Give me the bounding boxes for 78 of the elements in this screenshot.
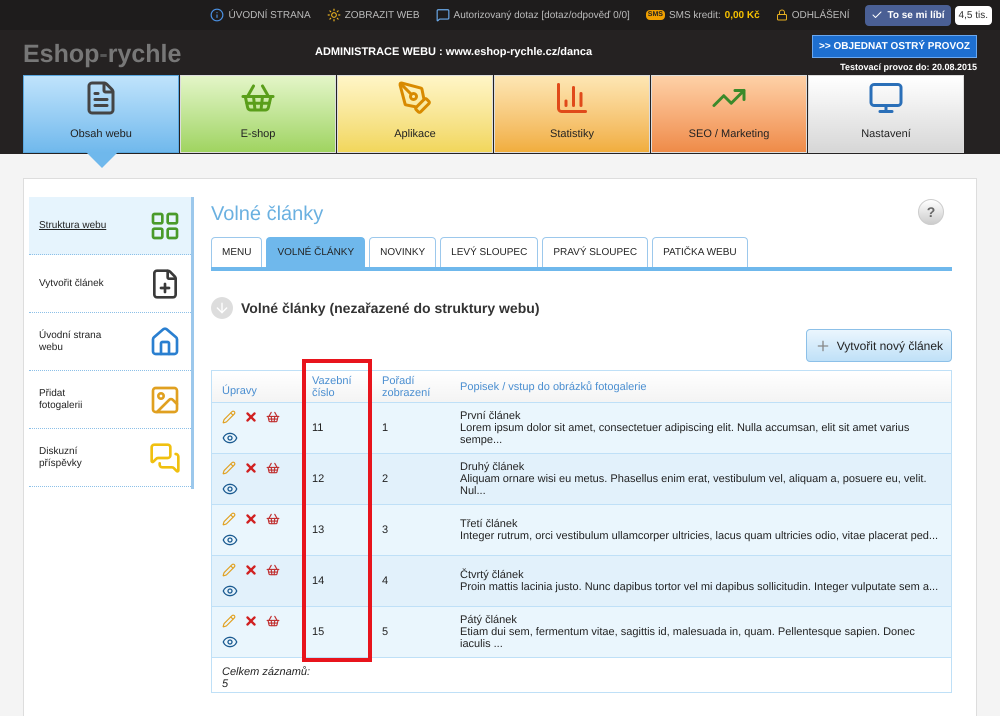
basket-icon[interactable] — [266, 410, 280, 424]
basket-icon[interactable] — [266, 512, 280, 526]
table-cell-text: Čtvrtý článek Proin mattis lacinia justo. Nunc dapibus tortor vel mi dapibus sollicitudin. Integer vulputate sem a... — [459, 569, 940, 593]
delete-icon[interactable] — [244, 461, 258, 475]
delete-icon[interactable] — [244, 410, 258, 424]
total-records-label: Celkem záznamů: — [222, 666, 312, 678]
table-cell-text: První článek Lorem ipsum dolor sit amet, consectetuer adipiscing elit. Nulla accumsan, elit sit amet varius sempe... — [459, 410, 910, 446]
table-cell-text: 12 — [311, 472, 326, 487]
top-link[interactable]: ÚVODNÍ STRANA — [210, 8, 311, 22]
sms-credit-label: SMS kredit: — [668, 8, 721, 22]
like-count: 4,5 tis. — [954, 6, 992, 24]
nav-tile[interactable]: SEO / Marketing — [651, 75, 807, 153]
nav-tile[interactable]: Aplikace — [337, 75, 493, 153]
sun-icon — [326, 8, 341, 22]
image-icon — [149, 384, 181, 416]
tab[interactable]: MENU — [211, 237, 262, 267]
basket-icon[interactable] — [266, 563, 280, 577]
test-period-note: Testovací provoz do: 20.08.2015 — [840, 61, 977, 74]
table-cell-text: Třetí článek Integer rutrum, orci vestibulum ullamcorper ultricies, lacus quam ultricies odio, vitae placerat ped... — [459, 518, 940, 542]
like-button[interactable]: To se mi líbí — [865, 4, 951, 26]
tab[interactable]: NOVINKY — [369, 237, 436, 267]
help-button[interactable]: ? — [918, 199, 944, 225]
view-icon[interactable] — [222, 583, 238, 599]
column-header: Úpravy — [221, 384, 258, 396]
table-cell-text: 3 — [381, 522, 390, 538]
view-icon[interactable] — [222, 532, 238, 548]
delete-icon[interactable] — [244, 563, 258, 577]
tab[interactable]: PRAVÝ SLOUPEC — [542, 237, 648, 267]
top-link[interactable]: ZOBRAZIT WEB — [326, 8, 420, 22]
info-icon — [210, 8, 224, 22]
delete-icon[interactable] — [244, 614, 258, 628]
nav-tile[interactable]: E-shop — [180, 75, 336, 153]
nav-tile[interactable]: Nastavení — [808, 75, 964, 153]
table-cell-text: 1 — [381, 420, 390, 436]
nav-tile[interactable]: Statistiky — [494, 75, 650, 153]
top-link[interactable]: Autorizovaný dotaz [dotaz/odpověď 0/0] — [436, 8, 630, 22]
sidebar-item[interactable]: Vytvořit článek — [29, 255, 191, 313]
view-icon[interactable] — [222, 634, 238, 650]
header-title: ADMINISTRACE WEBU : www.eshop-rychle.cz/danca — [315, 45, 592, 60]
table-cell-text: 4 — [381, 574, 390, 589]
logo: Eshop-rychle — [23, 39, 182, 70]
sidebar-item[interactable]: Úvodní strana webu — [29, 313, 191, 371]
tab[interactable]: VOLNÉ ČLÁNKY — [266, 237, 366, 267]
table-cell-text: 5 — [381, 624, 390, 640]
basket-icon[interactable] — [266, 614, 280, 628]
table-cell-text: Druhý článek Aliquam ornare wisi eu metus. Phasellus enim erat, vestibulum vel, aliquam a, posuere eu, velit. Nul... — [459, 461, 928, 497]
table-cell-text: 15 — [311, 624, 326, 640]
column-header: Vazební číslo — [311, 374, 353, 398]
total-records-value: 5 — [222, 678, 230, 690]
tab[interactable]: PATIČKA WEBU — [652, 237, 748, 267]
lock-icon — [776, 9, 788, 21]
basket-icon[interactable] — [266, 461, 280, 475]
table-cell-text: 14 — [311, 574, 326, 589]
sms-credit-value: 0,00 Kč — [724, 8, 760, 22]
sidebar-item[interactable]: Struktura webu — [29, 197, 191, 255]
sidebar-item[interactable]: Přidat fotogalerii — [29, 371, 191, 429]
page-title: Volné články — [211, 202, 324, 227]
logout-link[interactable]: ODHLÁŠENÍ — [776, 8, 850, 22]
column-header: Pořadí zobrazení — [381, 374, 432, 398]
speech-bubble-icon — [436, 8, 450, 22]
table-cell-text: 11 — [311, 420, 324, 436]
plus-icon — [814, 338, 831, 354]
delete-icon[interactable] — [244, 512, 258, 526]
check-icon — [871, 9, 884, 21]
sidebar-item[interactable]: Diskuzní příspěvky — [29, 429, 191, 487]
tab[interactable]: LEVÝ SLOUPEC — [440, 237, 538, 267]
table-cell-text: Pátý článek Etiam dui sem, fermentum vitae, sagittis id, malesuada in, quam. Pellentesque sapien. Donec iaculis ... — [459, 614, 916, 650]
view-icon[interactable] — [222, 430, 238, 446]
order-button[interactable]: >> OBJEDNAT OSTRÝ PROVOZ — [812, 35, 977, 58]
column-header: Popisek / vstup do obrázků fotogalerie — [459, 380, 648, 392]
home-icon — [149, 326, 181, 358]
view-icon[interactable] — [222, 481, 238, 497]
bar-chart-icon — [554, 80, 590, 116]
chat-bubbles-icon — [149, 442, 181, 474]
section-title: Volné články (nezařazené do struktury webu) — [241, 298, 540, 318]
table-cell-text: 13 — [311, 522, 326, 538]
create-article-button[interactable]: Vytvořit nový článek — [806, 329, 952, 362]
table-cell-text: 2 — [381, 472, 390, 487]
